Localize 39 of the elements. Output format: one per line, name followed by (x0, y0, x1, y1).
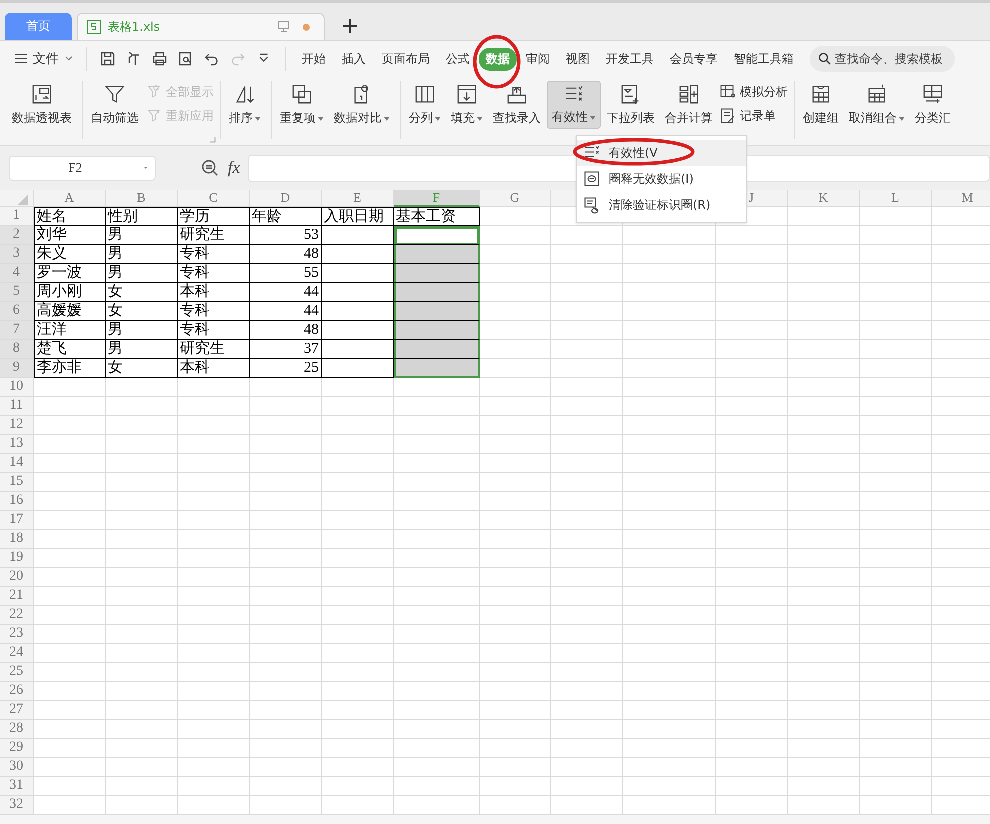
table-cell: 48 (250, 321, 322, 340)
table-cell: 罗一波 (34, 264, 106, 283)
table-cell: 本科 (178, 283, 250, 302)
table-cell: 入职日期 (322, 207, 394, 226)
table-cell: 楚飞 (34, 340, 106, 359)
table-cell: 朱义 (34, 245, 106, 264)
table-cell: 专科 (178, 321, 250, 340)
table-cell: 37 (250, 340, 322, 359)
table-cell: 李亦非 (34, 359, 106, 378)
table-cell: 年龄 (250, 207, 322, 226)
table-cell: 女 (106, 283, 178, 302)
table-cell: 55 (250, 264, 322, 283)
table-cell: 汪洋 (34, 321, 106, 340)
table-cell: 专科 (178, 245, 250, 264)
table-cell: 研究生 (178, 226, 250, 245)
table-cell: 周小刚 (34, 283, 106, 302)
table-cell: 基本工资 (394, 207, 480, 226)
table-cell: 女 (106, 302, 178, 321)
table-cell: 专科 (178, 264, 250, 283)
table-cell: 专科 (178, 302, 250, 321)
table-cell: 44 (250, 302, 322, 321)
table-cell: 学历 (178, 207, 250, 226)
table-cell: 25 (250, 359, 322, 378)
table-cell: 53 (250, 226, 322, 245)
table-cell: 48 (250, 245, 322, 264)
table-cell: 高媛媛 (34, 302, 106, 321)
table-cell: 男 (106, 264, 178, 283)
document-title: 表格1.xls (108, 18, 162, 36)
table-cell: 男 (106, 226, 178, 245)
table-cell: 男 (106, 340, 178, 359)
table-cell: 姓名 (34, 207, 106, 226)
table-cell: 44 (250, 283, 322, 302)
table-cell: 女 (106, 359, 178, 378)
table-cell: 研究生 (178, 340, 250, 359)
table-cell: 刘华 (34, 226, 106, 245)
table-cell: 本科 (178, 359, 250, 378)
table-cell: 男 (106, 321, 178, 340)
table-cell: 性别 (106, 207, 178, 226)
table-cell: 男 (106, 245, 178, 264)
